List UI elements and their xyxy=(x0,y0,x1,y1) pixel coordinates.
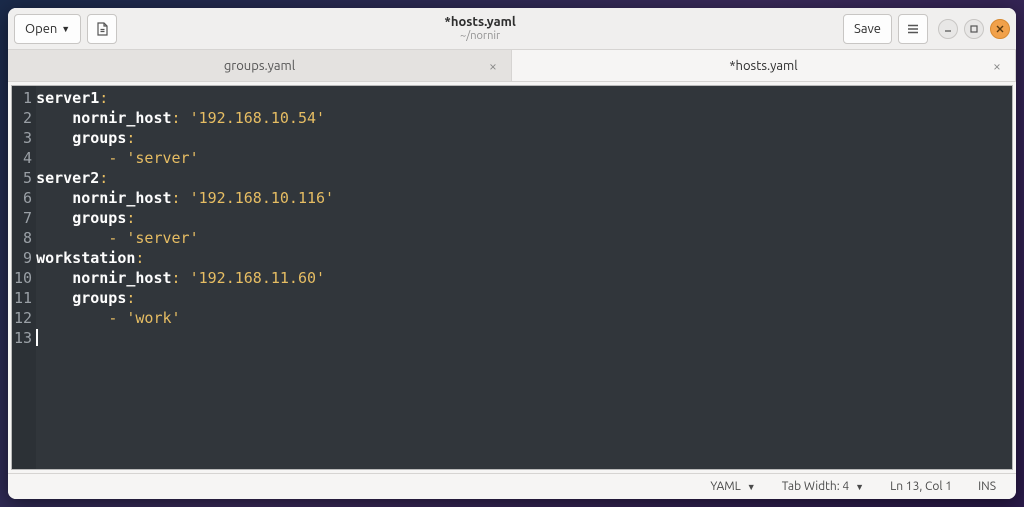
line-number: 11 xyxy=(14,288,32,308)
header-bar: Open ▼ *hosts.yaml ~/nornir Save xyxy=(8,8,1016,50)
hamburger-menu-button[interactable] xyxy=(898,14,928,44)
code-line[interactable]: - 'server' xyxy=(36,148,1012,168)
code-line[interactable]: workstation: xyxy=(36,248,1012,268)
tab-close-button[interactable]: × xyxy=(485,58,501,74)
insert-mode[interactable]: INS xyxy=(978,480,996,493)
language-selector[interactable]: YAML ▼ xyxy=(710,480,755,493)
window-subtitle: ~/nornir xyxy=(123,30,837,42)
line-number: 8 xyxy=(14,228,32,248)
tab-label: groups.yaml xyxy=(224,59,295,73)
line-number: 13 xyxy=(14,328,32,348)
header-center: *hosts.yaml ~/nornir xyxy=(123,15,837,41)
tab-label: *hosts.yaml xyxy=(729,59,797,73)
window-controls xyxy=(938,19,1010,39)
minimize-icon xyxy=(943,24,953,34)
header-right: Save xyxy=(843,14,1010,44)
editor-window: Open ▼ *hosts.yaml ~/nornir Save xyxy=(8,8,1016,499)
code-area[interactable]: server1: nornir_host: '192.168.10.54' gr… xyxy=(36,86,1012,469)
chevron-down-icon: ▼ xyxy=(61,24,70,34)
line-number-gutter: 12345678910111213 xyxy=(12,86,36,469)
code-line[interactable]: - 'work' xyxy=(36,308,1012,328)
status-bar: YAML ▼ Tab Width: 4 ▼ Ln 13, Col 1 INS xyxy=(8,473,1016,499)
save-button[interactable]: Save xyxy=(843,14,892,44)
insert-mode-label: INS xyxy=(978,480,996,493)
code-line[interactable]: groups: xyxy=(36,288,1012,308)
code-line[interactable]: nornir_host: '192.168.10.54' xyxy=(36,108,1012,128)
header-left: Open ▼ xyxy=(14,14,117,44)
tab-width-selector[interactable]: Tab Width: 4 ▼ xyxy=(782,480,864,493)
maximize-button[interactable] xyxy=(964,19,984,39)
tab-hosts-yaml[interactable]: *hosts.yaml × xyxy=(512,50,1016,81)
open-label: Open xyxy=(25,22,57,36)
line-number: 4 xyxy=(14,148,32,168)
code-line[interactable]: nornir_host: '192.168.11.60' xyxy=(36,268,1012,288)
language-label: YAML xyxy=(710,480,740,493)
line-number: 12 xyxy=(14,308,32,328)
line-number: 3 xyxy=(14,128,32,148)
new-document-button[interactable] xyxy=(87,14,117,44)
code-line[interactable]: nornir_host: '192.168.10.116' xyxy=(36,188,1012,208)
tab-close-button[interactable]: × xyxy=(989,58,1005,74)
chevron-down-icon: ▼ xyxy=(747,482,756,492)
line-number: 10 xyxy=(14,268,32,288)
chevron-down-icon: ▼ xyxy=(855,482,864,492)
close-icon xyxy=(995,24,1005,34)
save-label: Save xyxy=(854,22,881,36)
tab-width-label: Tab Width: 4 xyxy=(782,480,849,493)
new-document-icon xyxy=(94,21,110,37)
code-editor[interactable]: 12345678910111213 server1: nornir_host: … xyxy=(11,85,1013,470)
close-button[interactable] xyxy=(990,19,1010,39)
hamburger-icon xyxy=(906,22,920,36)
minimize-button[interactable] xyxy=(938,19,958,39)
code-line[interactable] xyxy=(36,328,1012,348)
code-line[interactable]: groups: xyxy=(36,128,1012,148)
line-number: 6 xyxy=(14,188,32,208)
open-button[interactable]: Open ▼ xyxy=(14,14,81,44)
window-title: *hosts.yaml xyxy=(123,15,837,29)
cursor-position[interactable]: Ln 13, Col 1 xyxy=(890,480,952,493)
maximize-icon xyxy=(969,24,979,34)
text-cursor xyxy=(36,329,38,346)
tab-bar: groups.yaml × *hosts.yaml × xyxy=(8,50,1016,82)
code-line[interactable]: server1: xyxy=(36,88,1012,108)
line-number: 7 xyxy=(14,208,32,228)
line-number: 9 xyxy=(14,248,32,268)
position-label: Ln 13, Col 1 xyxy=(890,480,952,493)
tab-groups-yaml[interactable]: groups.yaml × xyxy=(8,50,512,81)
line-number: 1 xyxy=(14,88,32,108)
code-line[interactable]: - 'server' xyxy=(36,228,1012,248)
line-number: 2 xyxy=(14,108,32,128)
line-number: 5 xyxy=(14,168,32,188)
code-line[interactable]: server2: xyxy=(36,168,1012,188)
code-line[interactable]: groups: xyxy=(36,208,1012,228)
